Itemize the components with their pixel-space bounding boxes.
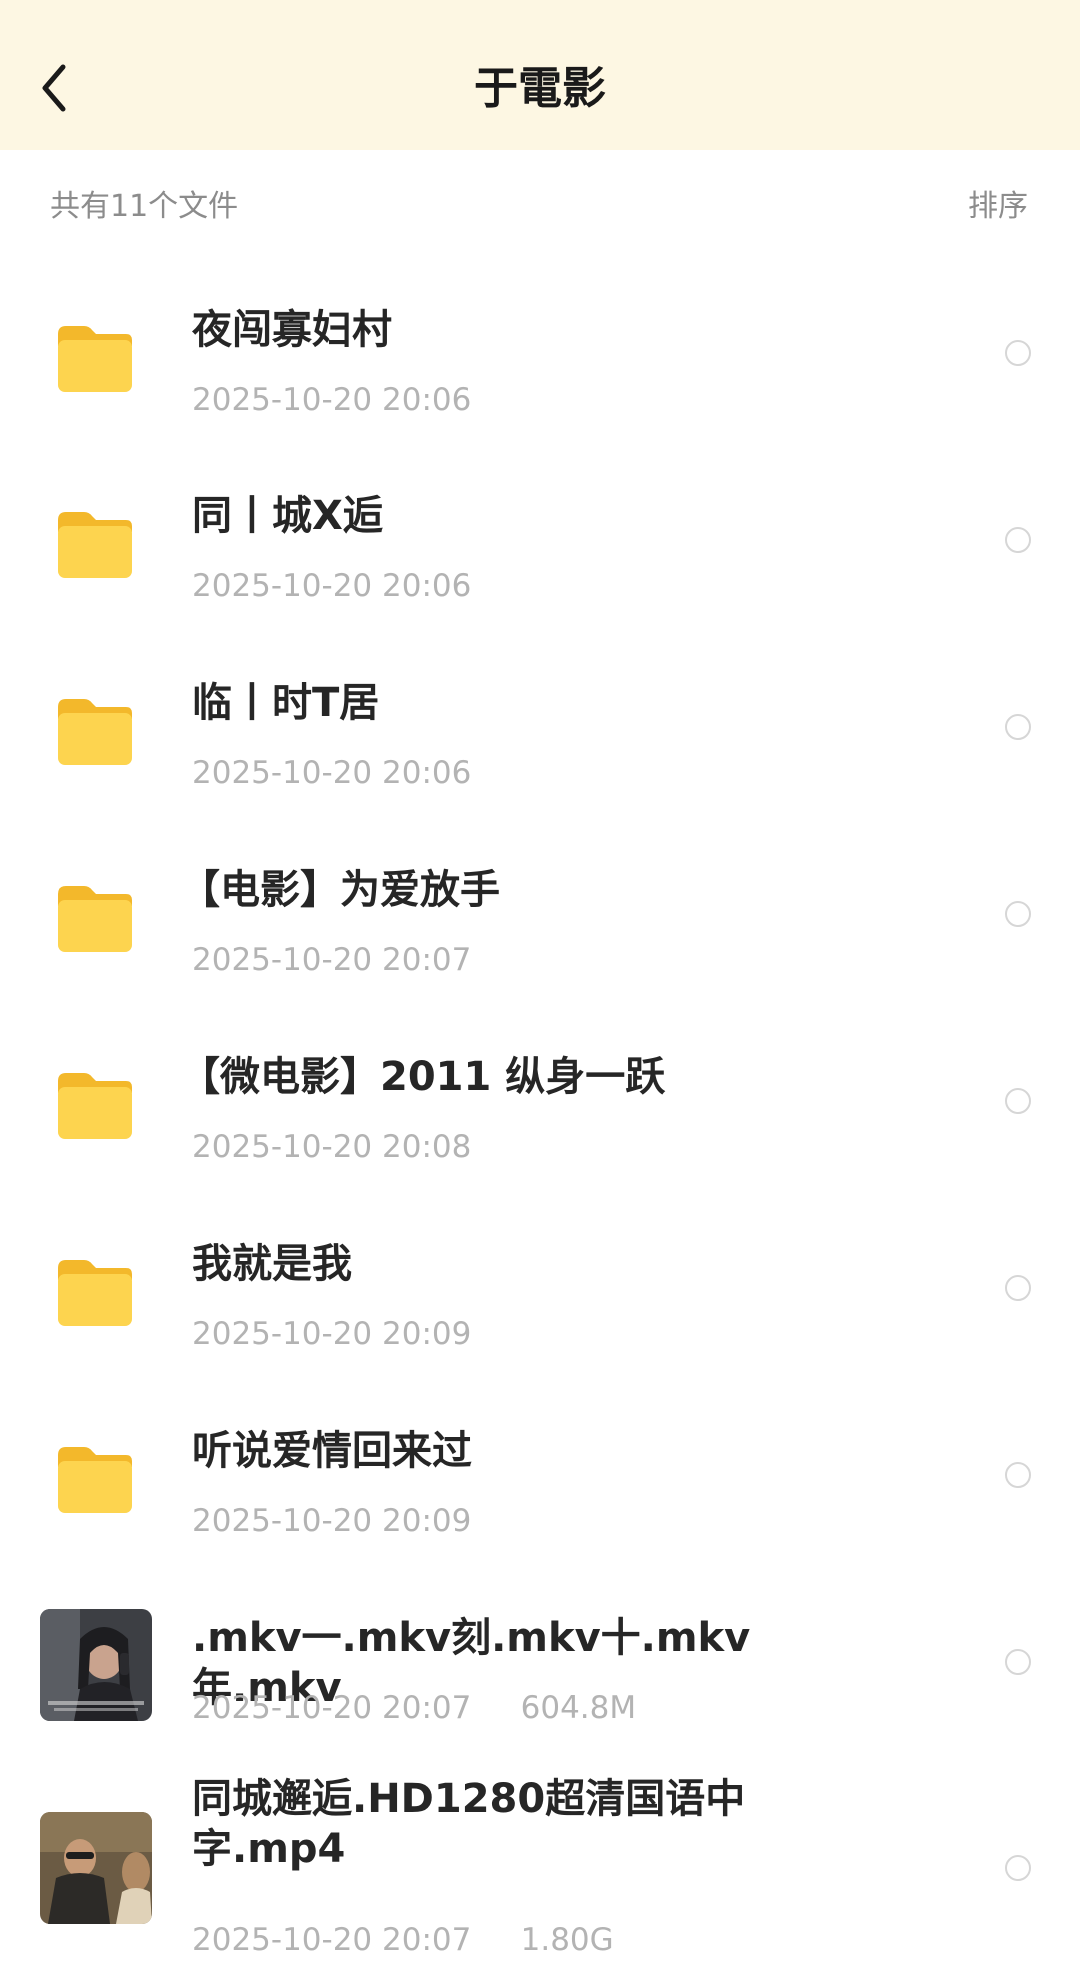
list-item[interactable]: 【微电影】2011 纵身一跃 2025-10-20 20:08 (0, 1014, 1080, 1200)
list-item[interactable]: .mkv一.mkv刻.mkv十.mkv年.mkv 2025-10-20 20:0… (0, 1572, 1080, 1758)
item-meta: 2025-10-20 20:09 (192, 1503, 472, 1539)
folder-icon (58, 886, 132, 952)
item-name: 【电影】为爱放手 (180, 867, 500, 913)
folder-icon (58, 512, 132, 578)
file-count-label: 共有11个文件 (50, 189, 239, 224)
video-thumbnail (40, 1812, 152, 1924)
folder-icon (58, 1447, 132, 1513)
select-radio[interactable] (1005, 1088, 1031, 1114)
item-name: 听说爱情回来过 (192, 1428, 472, 1474)
list-item[interactable]: 听说爱情回来过 2025-10-20 20:09 (0, 1386, 1080, 1572)
item-meta: 2025-10-20 20:09 (192, 1316, 472, 1352)
item-meta: 2025-10-20 20:07 604.8M (192, 1690, 637, 1726)
select-radio[interactable] (1005, 1462, 1031, 1488)
list-item[interactable]: 同丨城X逅 2025-10-20 20:06 (0, 456, 1080, 642)
list-item[interactable]: 【电影】为爱放手 2025-10-20 20:07 (0, 828, 1080, 1014)
select-radio[interactable] (1005, 714, 1031, 740)
item-meta: 2025-10-20 20:08 (192, 1129, 472, 1165)
select-radio[interactable] (1005, 340, 1031, 366)
item-meta: 2025-10-20 20:06 (192, 755, 472, 791)
item-meta: 2025-10-20 20:06 (192, 382, 472, 418)
list-item[interactable]: 同城邂逅.HD1280超清国语中字.mp4 2025-10-20 20:07 1… (0, 1758, 1080, 1958)
list-item[interactable]: 我就是我 2025-10-20 20:09 (0, 1200, 1080, 1386)
sort-button[interactable]: 排序 (968, 186, 1028, 228)
select-radio[interactable] (1005, 1855, 1031, 1881)
page-title: 于電影 (474, 63, 606, 114)
list-item[interactable]: 临丨时T居 2025-10-20 20:06 (0, 642, 1080, 828)
select-radio[interactable] (1005, 1649, 1031, 1675)
item-name: 我就是我 (192, 1241, 352, 1287)
item-name: 【微电影】2011 纵身一跃 (180, 1054, 666, 1100)
item-meta: 2025-10-20 20:07 (192, 942, 472, 978)
folder-icon (58, 326, 132, 392)
folder-icon (58, 1073, 132, 1139)
video-thumbnail (40, 1609, 152, 1721)
header-bar: 于電影 (0, 0, 1080, 150)
folder-icon (58, 699, 132, 765)
item-name: 临丨时T居 (192, 680, 380, 726)
list-item[interactable]: 夜闯寡妇村 2025-10-20 20:06 (0, 270, 1080, 456)
item-meta: 2025-10-20 20:07 1.80G (192, 1922, 614, 1958)
select-radio[interactable] (1005, 1275, 1031, 1301)
item-meta: 2025-10-20 20:06 (192, 568, 472, 604)
item-name: 夜闯寡妇村 (192, 307, 392, 353)
select-radio[interactable] (1005, 527, 1031, 553)
item-name: 同丨城X逅 (192, 493, 383, 539)
item-name: 同城邂逅.HD1280超清国语中字.mp4 (192, 1776, 746, 1872)
folder-icon (58, 1260, 132, 1326)
select-radio[interactable] (1005, 901, 1031, 927)
